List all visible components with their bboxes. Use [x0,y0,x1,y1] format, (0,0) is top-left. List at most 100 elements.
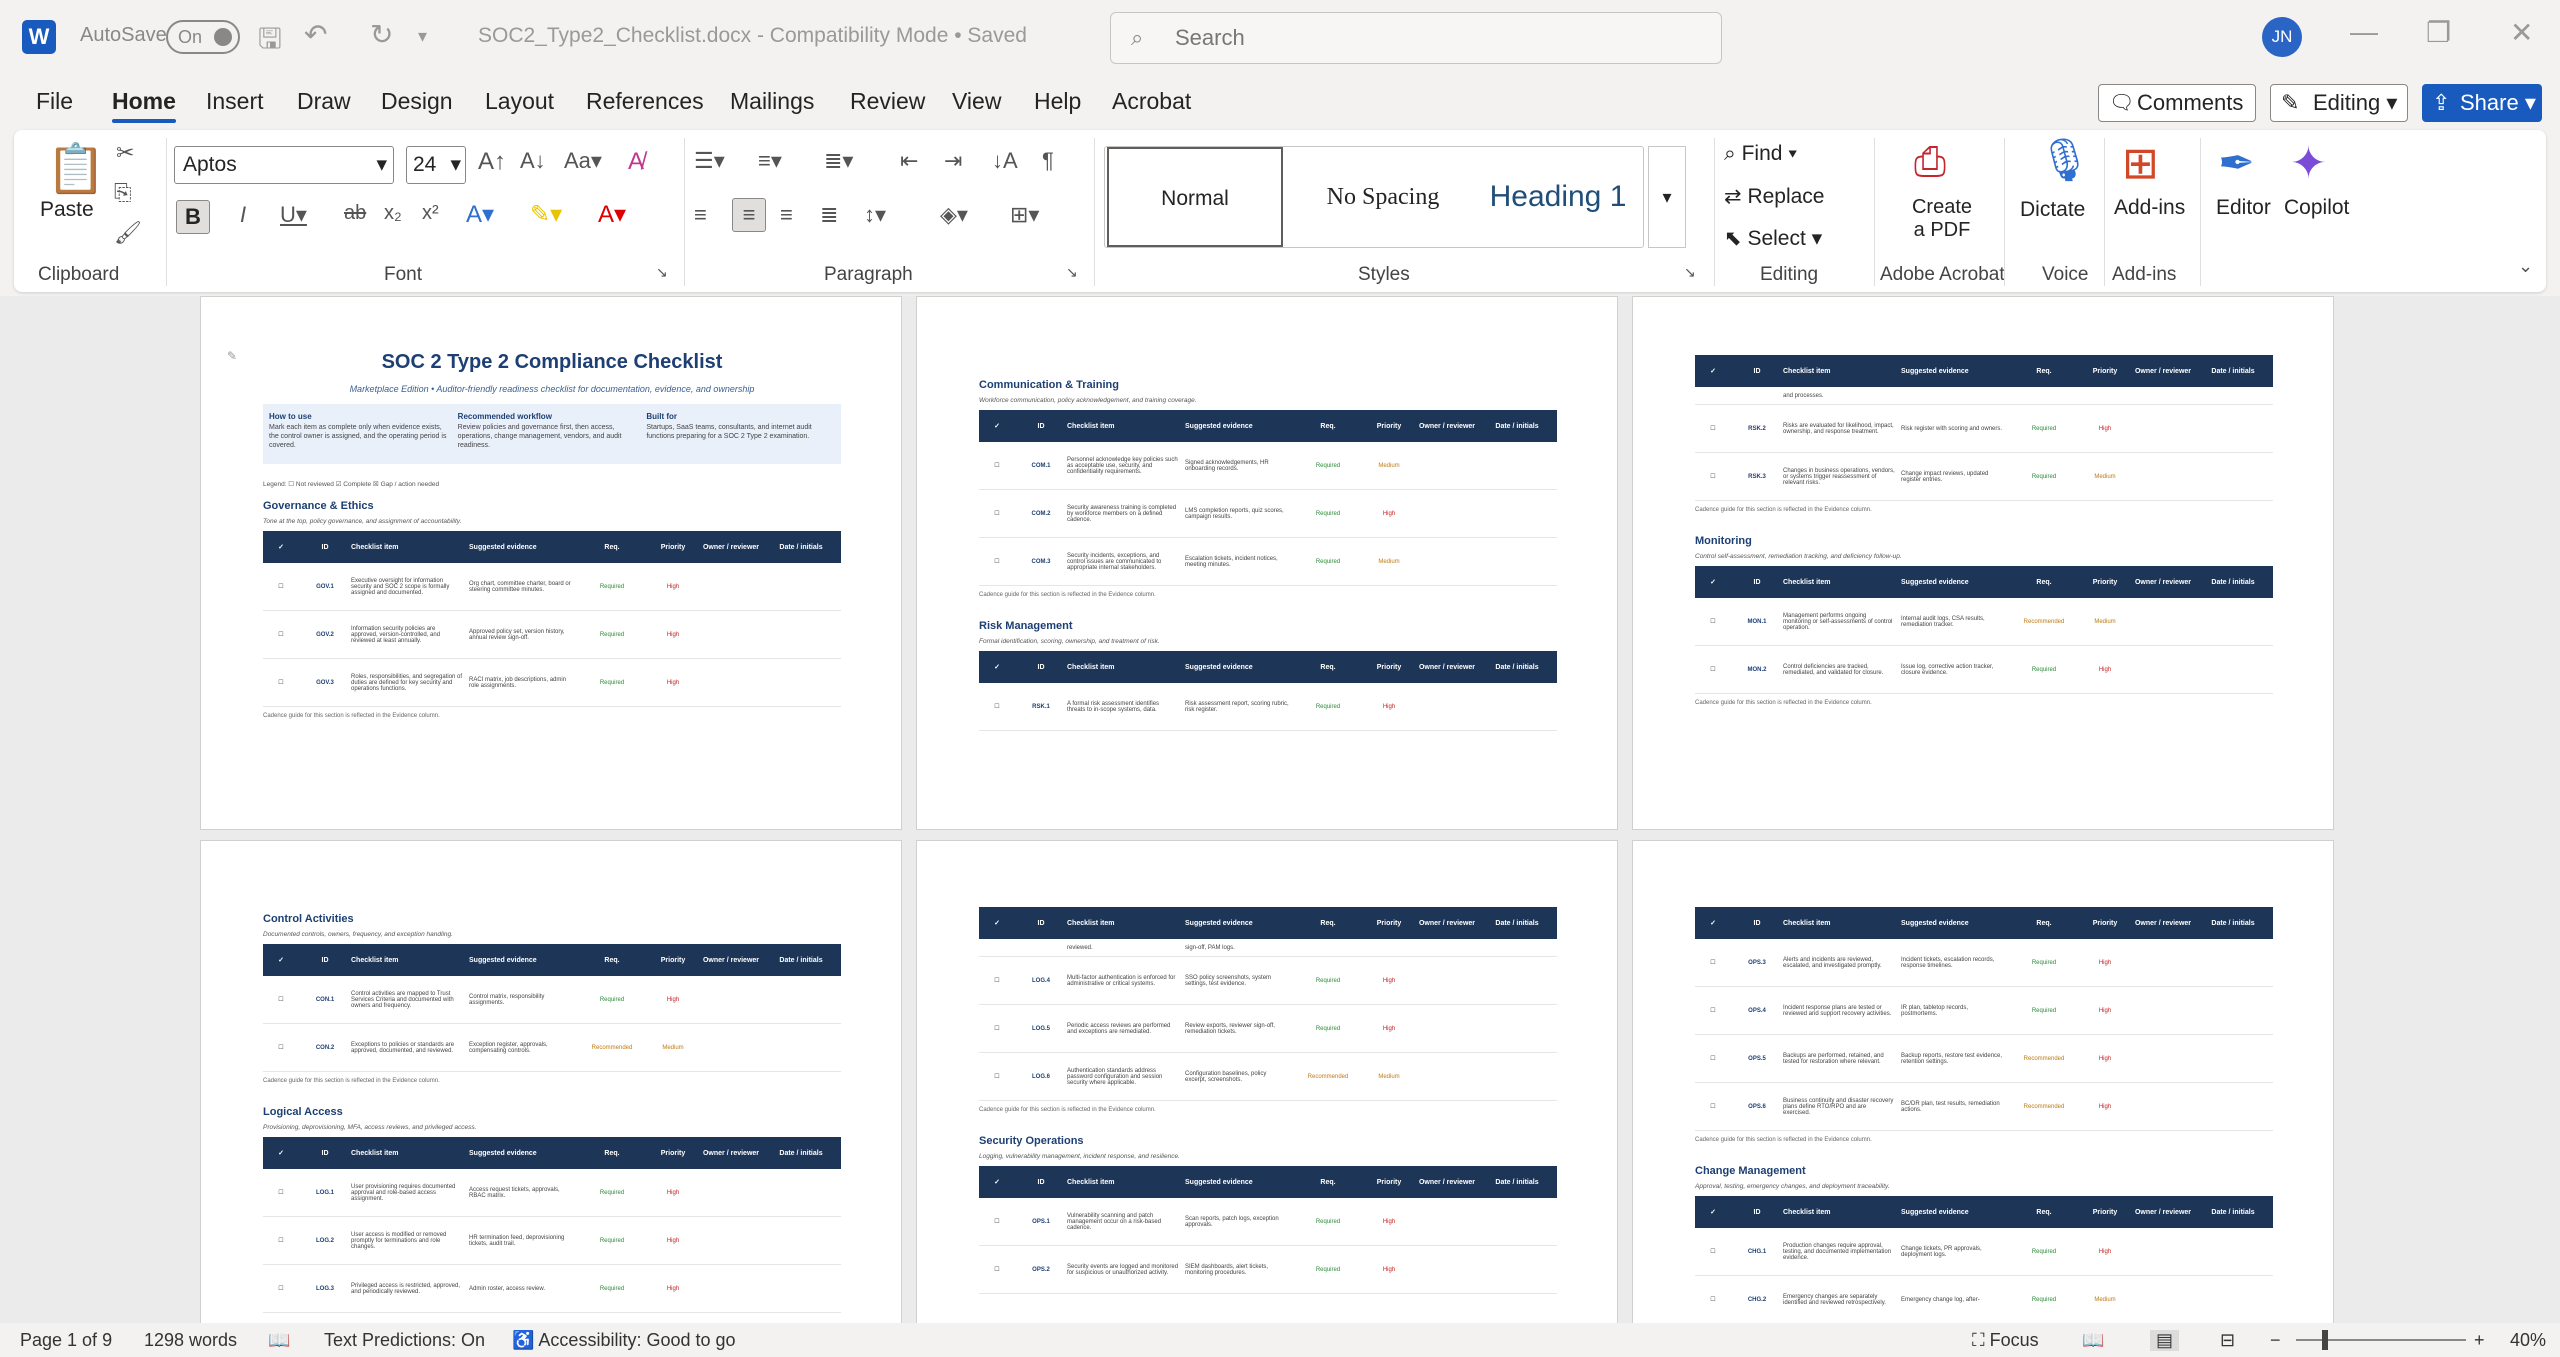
document-page-3[interactable]: ✓ ID Checklist item Suggested evidence Req. P… [1632,296,2334,830]
close-icon[interactable]: ✕ [2510,16,2533,49]
zoom-in-icon[interactable]: + [2474,1330,2485,1351]
add-ins-label[interactable]: Add-ins [2114,196,2185,220]
align-right-icon[interactable]: ≡ [780,202,793,228]
checkbox[interactable]: ☐ [979,1218,1015,1225]
autosave-toggle[interactable]: On [166,20,240,54]
zoom-slider-handle[interactable] [2322,1330,2328,1350]
select-button[interactable]: ⬉ Select ▾ [1724,226,1822,251]
tab-insert[interactable]: Insert [206,88,264,115]
read-mode-icon[interactable]: 📖 [2082,1330,2104,1351]
grow-font-icon[interactable]: A↑ [478,148,506,176]
paste-label[interactable]: Paste [40,198,94,222]
bold-icon[interactable]: B [176,200,210,234]
tab-help[interactable]: Help [1034,88,1081,115]
copilot-label[interactable]: Copilot [2284,196,2349,220]
checkbox[interactable]: ☐ [263,996,299,1003]
justify-icon[interactable]: ≣ [820,202,838,228]
tab-review[interactable]: Review [850,88,925,115]
text-effects-icon[interactable]: A▾ [466,200,494,229]
document-page-4[interactable]: Control Activities Documented controls, … [200,840,902,1323]
checkbox[interactable]: ☐ [979,462,1015,469]
text-predictions[interactable]: Text Predictions: On [324,1330,485,1351]
search-box[interactable]: ⌕ Search [1110,12,1722,64]
user-avatar[interactable]: JN [2262,17,2302,57]
document-page-1[interactable]: ✎ SOC 2 Type 2 Compliance Checklist Mark… [200,296,902,830]
checkbox[interactable]: ☐ [263,1237,299,1244]
web-layout-icon[interactable]: ⊟ [2220,1330,2235,1351]
tab-references[interactable]: References [586,88,704,115]
add-ins-icon[interactable]: ⊞ [2122,138,2159,189]
font-size-select[interactable]: 24 ▾ [406,146,466,184]
checkbox[interactable]: ☐ [263,1285,299,1292]
font-name-select[interactable]: Aptos ▾ [174,146,394,184]
checkbox[interactable]: ☐ [1695,618,1731,625]
editor-label[interactable]: Editor [2216,196,2271,220]
copy-icon[interactable]: ⎘ [114,180,132,206]
format-painter-icon[interactable]: 🖌 [114,220,142,246]
shading-icon[interactable]: ◈▾ [940,202,968,228]
document-canvas[interactable]: ✎ SOC 2 Type 2 Compliance Checklist Mark… [0,296,2560,1323]
checkbox[interactable]: ☐ [979,558,1015,565]
focus-button[interactable]: ⛶ Focus [1972,1330,2039,1351]
microphone-icon[interactable]: 🎙 [2038,136,2091,185]
style-no-spacing[interactable]: No Spacing [1295,147,1471,247]
customize-toolbar-icon[interactable]: ▾ [418,26,427,47]
show-marks-icon[interactable]: ¶ [1042,148,1054,174]
editor-icon[interactable]: ✒ [2218,138,2255,189]
font-dialog-launcher-icon[interactable]: ↘ [656,264,668,281]
checkbox[interactable]: ☐ [979,1025,1015,1032]
checkbox[interactable]: ☐ [263,1044,299,1051]
restore-icon[interactable]: ❐ [2426,16,2451,49]
style-normal[interactable]: Normal [1107,147,1283,247]
clear-formatting-icon[interactable]: A̸ [628,148,644,176]
subscript-icon[interactable]: x₂ [384,202,402,225]
italic-icon[interactable]: I [240,202,246,228]
tab-design[interactable]: Design [381,88,453,115]
checkbox[interactable]: ☐ [1695,1007,1731,1014]
document-page-2[interactable]: Communication & Training Workforce commu… [916,296,1618,830]
dictate-label[interactable]: Dictate [2020,198,2085,222]
document-page-5[interactable]: ✓ ID Checklist item Suggested evidence Req. P… [916,840,1618,1323]
checkbox[interactable]: ☐ [979,977,1015,984]
increase-indent-icon[interactable]: ⇥ [944,148,962,174]
line-spacing-icon[interactable]: ↕▾ [864,202,886,228]
checkbox[interactable]: ☐ [979,1266,1015,1273]
tab-file[interactable]: File [36,88,73,115]
font-color-icon[interactable]: A▾ [598,200,626,229]
checkbox[interactable]: ☐ [979,703,1015,710]
checkbox[interactable]: ☐ [1695,473,1731,480]
word-count[interactable]: 1298 words [144,1330,237,1351]
zoom-out-icon[interactable]: − [2270,1330,2281,1351]
styles-dialog-launcher-icon[interactable]: ↘ [1684,264,1696,281]
highlight-icon[interactable]: ✎▾ [530,200,562,229]
paragraph-dialog-launcher-icon[interactable]: ↘ [1066,264,1078,281]
page-count[interactable]: Page 1 of 9 [20,1330,112,1351]
checkbox[interactable]: ☐ [1695,1248,1731,1255]
cut-icon[interactable]: ✂ [116,140,134,166]
multilevel-list-icon[interactable]: ≣▾ [824,148,853,174]
borders-icon[interactable]: ⊞▾ [1010,202,1039,228]
styles-more-button[interactable]: ▾ [1648,146,1686,248]
tab-mailings[interactable]: Mailings [730,88,814,115]
zoom-level[interactable]: 40% [2510,1330,2546,1351]
align-center-icon[interactable]: ≡ [732,198,766,232]
checkbox[interactable]: ☐ [1695,1055,1731,1062]
checkbox[interactable]: ☐ [1695,425,1731,432]
style-heading-1[interactable]: Heading 1 [1473,147,1643,247]
numbering-icon[interactable]: ≡▾ [758,148,782,174]
bullets-icon[interactable]: ☰▾ [694,148,725,174]
collapse-ribbon-icon[interactable]: ⌄ [2518,256,2533,277]
sort-icon[interactable]: ↓A [992,148,1018,174]
comments-button[interactable]: 🗨 Comments [2098,84,2256,122]
tab-layout[interactable]: Layout [485,88,554,115]
tab-acrobat[interactable]: Acrobat [1112,88,1191,115]
create-pdf-label[interactable]: Create a PDF [1900,196,1984,242]
document-title[interactable]: SOC2_Type2_Checklist.docx - Compatibilit… [478,24,1027,48]
share-button[interactable]: ⇪ Share ▾ [2422,84,2542,122]
undo-icon[interactable]: ↶ [304,18,327,51]
checkbox[interactable]: ☐ [263,679,299,686]
copilot-icon[interactable]: ✦ [2290,138,2327,189]
document-page-6[interactable]: ✓ ID Checklist item Suggested evidence Req. P… [1632,840,2334,1323]
editing-mode-button[interactable]: ✎ Editing ▾ [2270,84,2408,122]
proofing-icon[interactable]: 📖 [268,1330,290,1351]
